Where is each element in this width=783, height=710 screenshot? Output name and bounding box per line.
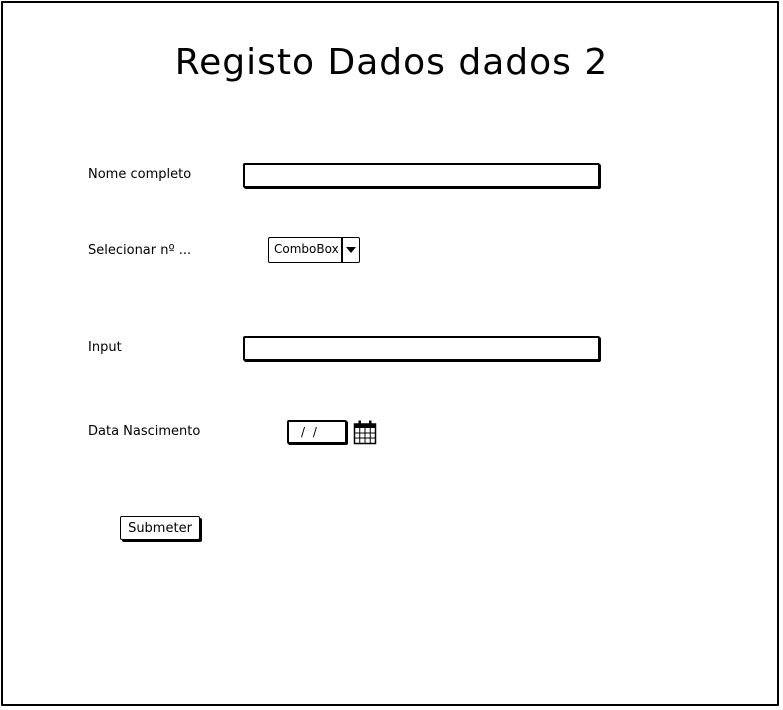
chevron-down-icon[interactable] — [346, 247, 356, 253]
data-nascimento-field[interactable]: / / — [287, 420, 347, 444]
input-label: Input — [88, 340, 122, 355]
submit-button[interactable]: Submeter — [120, 516, 200, 540]
selecionar-combobox[interactable]: ComboBox — [268, 237, 360, 263]
nome-completo-label: Nome completo — [88, 167, 192, 182]
combobox-value: ComboBox — [274, 242, 339, 256]
selecionar-label: Selecionar nº ... — [88, 243, 192, 258]
combobox-divider — [341, 238, 343, 262]
date-value: / / — [301, 425, 319, 439]
nome-completo-input[interactable] — [243, 163, 600, 188]
page-title: Registo Dados dados 2 — [174, 42, 609, 83]
calendar-icon[interactable] — [353, 420, 377, 445]
data-nascimento-label: Data Nascimento — [88, 424, 201, 439]
input-field[interactable] — [243, 336, 600, 361]
